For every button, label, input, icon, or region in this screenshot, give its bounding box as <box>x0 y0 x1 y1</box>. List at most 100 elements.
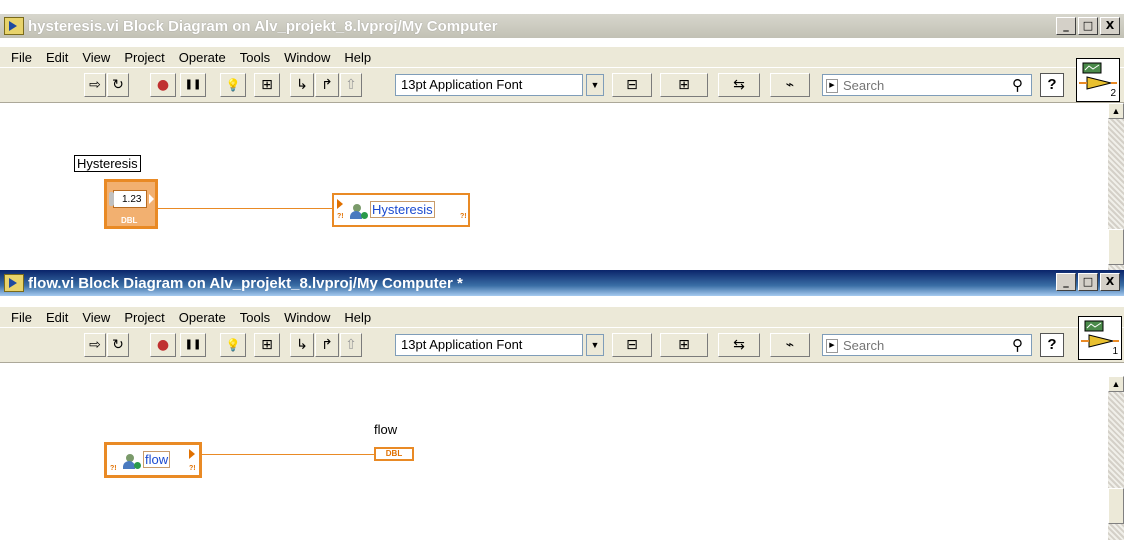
toolbar: ⇨ ↻ ● ❚❚ 💡 ⊞ ↳ ↱ ⇧ 13pt Application Font… <box>0 68 1124 103</box>
menu-window[interactable]: Window <box>284 310 330 325</box>
window-title: flow.vi Block Diagram on Alv_projekt_8.l… <box>28 274 463 292</box>
pause-icon[interactable]: ❚❚ <box>180 73 206 97</box>
type-badge: DBL <box>121 216 138 225</box>
highlight-execution-icon[interactable]: 💡 <box>220 333 246 357</box>
scroll-up-arrow-icon[interactable]: ▲ <box>1108 376 1124 392</box>
menu-view[interactable]: View <box>82 50 110 65</box>
block-diagram-canvas[interactable]: Hysteresis 1.23 DBL ?! Hysteresis ?! <box>0 103 1108 270</box>
align-objects-icon[interactable]: ⊟ <box>612 73 652 97</box>
numeric-indicator-terminal[interactable]: DBL <box>374 447 414 461</box>
block-diagram-canvas[interactable]: ?! flow ?! flow DBL <box>0 376 1108 540</box>
vertical-scrollbar[interactable]: ▲ <box>1108 376 1124 540</box>
step-into-icon[interactable]: ↳ <box>290 73 314 97</box>
menu-tools[interactable]: Tools <box>240 50 270 65</box>
menu-edit[interactable]: Edit <box>46 310 68 325</box>
search-input[interactable] <box>843 76 1003 94</box>
shared-variable-label: Hysteresis <box>370 201 435 218</box>
error-terminal-icon: ?! <box>337 213 344 220</box>
retain-wire-values-icon[interactable]: ⊞ <box>254 73 280 97</box>
shared-variable-node[interactable]: ?! Hysteresis ?! <box>332 193 470 227</box>
distribute-objects-icon[interactable]: ⊞ <box>660 73 708 97</box>
reorder-icon[interactable]: ⇆ <box>718 73 760 97</box>
reorder-icon[interactable]: ⇆ <box>718 333 760 357</box>
scroll-thumb[interactable] <box>1108 229 1124 265</box>
align-objects-icon[interactable]: ⊟ <box>612 333 652 357</box>
search-icon[interactable]: ⚲ <box>1012 76 1023 94</box>
cleanup-diagram-icon[interactable]: ⌁ <box>770 73 810 97</box>
font-dropdown-arrow-icon[interactable]: ▼ <box>586 334 604 356</box>
search-box[interactable]: ▶ ⚲ <box>822 74 1032 96</box>
search-input[interactable] <box>843 336 1003 354</box>
close-button[interactable]: X <box>1100 273 1120 291</box>
run-arrow-icon[interactable]: ⇨ <box>84 73 106 97</box>
font-dropdown-arrow-icon[interactable]: ▼ <box>586 74 604 96</box>
pause-icon[interactable]: ❚❚ <box>180 333 206 357</box>
menu-file[interactable]: File <box>11 50 32 65</box>
maximize-button[interactable]: □ <box>1078 273 1098 291</box>
vertical-scrollbar[interactable]: ▲ <box>1108 103 1124 270</box>
numeric-control-terminal[interactable]: 1.23 DBL <box>104 179 158 229</box>
run-continuously-icon[interactable]: ↻ <box>107 333 129 357</box>
shared-variable-node[interactable]: ?! flow ?! <box>104 442 202 478</box>
control-label[interactable]: Hysteresis <box>74 155 141 172</box>
run-arrow-icon[interactable]: ⇨ <box>84 333 106 357</box>
menu-help[interactable]: Help <box>344 310 371 325</box>
wire-dbl[interactable] <box>202 454 374 455</box>
menu-operate[interactable]: Operate <box>179 310 226 325</box>
maximize-button[interactable]: □ <box>1078 17 1098 35</box>
context-help-button[interactable]: ? <box>1040 73 1064 97</box>
labview-app-icon <box>4 17 24 35</box>
menu-bar: File Edit View Project Operate Tools Win… <box>0 306 1124 327</box>
font-select[interactable]: 13pt Application Font <box>395 74 583 96</box>
highlight-execution-icon[interactable]: 💡 <box>220 73 246 97</box>
wire-dbl[interactable] <box>158 208 334 209</box>
vi-icon-number: 2 <box>1110 88 1116 99</box>
search-box[interactable]: ▶ ⚲ <box>822 334 1032 356</box>
menu-project[interactable]: Project <box>124 310 164 325</box>
minimize-button[interactable]: _ <box>1056 17 1076 35</box>
vi-icon[interactable]: 1 <box>1078 316 1122 360</box>
cleanup-diagram-icon[interactable]: ⌁ <box>770 333 810 357</box>
abort-icon[interactable]: ● <box>150 333 176 357</box>
menu-tools[interactable]: Tools <box>240 310 270 325</box>
vi-icon-number: 1 <box>1112 346 1118 357</box>
minimize-button[interactable]: _ <box>1056 273 1076 291</box>
menu-edit[interactable]: Edit <box>46 50 68 65</box>
menu-view[interactable]: View <box>82 310 110 325</box>
title-bar[interactable]: hysteresis.vi Block Diagram on Alv_proje… <box>0 14 1124 38</box>
menu-help[interactable]: Help <box>344 50 371 65</box>
run-continuously-icon[interactable]: ↻ <box>107 73 129 97</box>
scroll-thumb[interactable] <box>1108 488 1124 524</box>
step-out-icon[interactable]: ⇧ <box>340 73 362 97</box>
step-over-icon[interactable]: ↱ <box>315 333 339 357</box>
shared-variable-icon <box>350 204 368 220</box>
step-over-icon[interactable]: ↱ <box>315 73 339 97</box>
menu-project[interactable]: Project <box>124 50 164 65</box>
flow-window: flow.vi Block Diagram on Alv_projekt_8.l… <box>0 270 1124 540</box>
search-icon[interactable]: ⚲ <box>1012 336 1023 354</box>
search-arrow-icon[interactable]: ▶ <box>826 339 838 353</box>
output-arrow-icon <box>149 194 154 204</box>
font-select[interactable]: 13pt Application Font <box>395 334 583 356</box>
vi-icon[interactable]: 2 <box>1076 58 1120 102</box>
menu-file[interactable]: File <box>11 310 32 325</box>
context-help-button[interactable]: ? <box>1040 333 1064 357</box>
close-button[interactable]: X <box>1100 17 1120 35</box>
title-bar[interactable]: flow.vi Block Diagram on Alv_projekt_8.l… <box>0 270 1124 296</box>
scroll-up-arrow-icon[interactable]: ▲ <box>1108 103 1124 119</box>
hysteresis-window: hysteresis.vi Block Diagram on Alv_proje… <box>0 0 1124 270</box>
menu-window[interactable]: Window <box>284 50 330 65</box>
step-into-icon[interactable]: ↳ <box>290 333 314 357</box>
labview-app-icon <box>4 274 24 292</box>
increment-arrows-icon <box>109 192 114 206</box>
step-out-icon[interactable]: ⇧ <box>340 333 362 357</box>
retain-wire-values-icon[interactable]: ⊞ <box>254 333 280 357</box>
distribute-objects-icon[interactable]: ⊞ <box>660 333 708 357</box>
window-title: hysteresis.vi Block Diagram on Alv_proje… <box>28 17 498 35</box>
abort-icon[interactable]: ● <box>150 73 176 97</box>
indicator-label[interactable]: flow <box>372 422 400 437</box>
error-terminal-icon: ?! <box>110 465 117 472</box>
toolbar: ⇨ ↻ ● ❚❚ 💡 ⊞ ↳ ↱ ⇧ 13pt Application Font… <box>0 328 1124 363</box>
search-arrow-icon[interactable]: ▶ <box>826 79 838 93</box>
menu-operate[interactable]: Operate <box>179 50 226 65</box>
